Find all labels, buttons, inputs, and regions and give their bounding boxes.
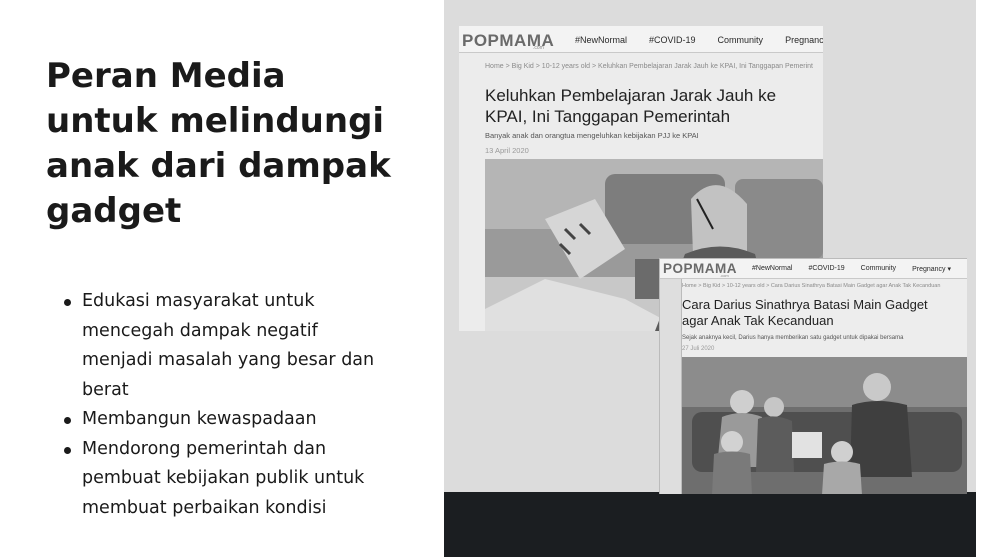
nav-menu: #NewNormal #COVID-19 Community Pregnancy	[575, 35, 823, 45]
headline-line: Keluhkan Pembelajaran Jarak Jauh ke	[485, 86, 777, 105]
bullet-line: menjadi masalah yang besar dan	[82, 350, 375, 370]
nav-item-pregnancy[interactable]: Pregnancy	[785, 35, 823, 45]
site-navbar: POPMAMA .com #NewNormal #COVID-19 Commun…	[459, 26, 823, 53]
article-subtitle: Sejak anaknya kecil, Darius hanya member…	[682, 335, 904, 341]
bullet-line: pembuat kebijakan publik untuk	[82, 468, 365, 488]
bullet-item: Membangun kewaspadaan	[62, 405, 402, 435]
breadcrumb: Home > Big Kid > 10-12 years old > Cara …	[682, 283, 941, 289]
bullet-line: Edukasi masyarakat untuk	[82, 291, 315, 311]
panel-footer-bar	[444, 492, 976, 557]
nav-item-newnormal[interactable]: #NewNormal	[575, 35, 627, 45]
article-subtitle: Banyak anak dan orangtua mengeluhkan keb…	[485, 131, 699, 140]
bullet-line: Mendorong pemerintah dan	[82, 438, 327, 459]
bullet-line: Membangun kewaspadaan	[82, 409, 317, 429]
article-headline: Keluhkan Pembelajaran Jarak Jauh ke KPAI…	[485, 85, 776, 127]
bullet-item: Edukasi masyarakat untuk mencegah dampak…	[62, 287, 402, 405]
photo-family-on-sofa	[682, 357, 967, 494]
bullet-list: Edukasi masyarakat untuk mencegah dampak…	[62, 287, 402, 523]
headline-line: KPAI, Ini Tanggapan Pemerintah	[485, 107, 731, 126]
nav-item-covid19[interactable]: #COVID-19	[649, 35, 696, 45]
nav-item-community[interactable]: Community	[718, 35, 764, 45]
nav-item-pregnancy[interactable]: Pregnancy ▾	[912, 265, 951, 273]
title-line: untuk melindungi	[46, 101, 385, 141]
bullet-item: Mendorong pemerintah dan pembuat kebijak…	[62, 435, 402, 524]
slide-title: Peran Media untuk melindungi anak dari d…	[46, 54, 426, 234]
article-screenshot-2: POPMAMA .com #NewNormal #COVID-19 Commun…	[659, 258, 967, 494]
bullet-line: mencegah dampak negatif	[82, 320, 318, 341]
article-photo	[682, 357, 967, 494]
nav-item-covid19[interactable]: #COVID-19	[808, 265, 844, 273]
logo-suffix: .com	[533, 45, 544, 51]
ad-sidebar	[660, 279, 682, 494]
article-date: 13 April 2020	[485, 146, 529, 155]
right-margin	[976, 0, 1000, 557]
slide: Peran Media untuk melindungi anak dari d…	[0, 0, 1000, 557]
title-line: anak dari dampak	[46, 146, 391, 186]
logo-suffix: .com	[720, 273, 729, 278]
title-line: Peran Media	[46, 56, 286, 96]
nav-item-newnormal[interactable]: #NewNormal	[752, 265, 792, 273]
nav-item-community[interactable]: Community	[861, 265, 896, 273]
headline-line: agar Anak Tak Kecanduan	[682, 313, 834, 328]
nav-menu: #NewNormal #COVID-19 Community Pregnancy…	[752, 265, 951, 273]
article-headline: Cara Darius Sinathrya Batasi Main Gadget…	[682, 297, 928, 329]
site-navbar: POPMAMA .com #NewNormal #COVID-19 Commun…	[660, 259, 967, 279]
headline-line: Cara Darius Sinathrya Batasi Main Gadget	[682, 297, 928, 312]
bullet-line: membuat perbaikan kondisi	[82, 497, 327, 518]
article-date: 27 Juli 2020	[682, 346, 715, 352]
title-line: gadget	[46, 191, 182, 231]
breadcrumb: Home > Big Kid > 10-12 years old > Keluh…	[485, 63, 813, 70]
bullet-line: berat	[82, 379, 129, 400]
